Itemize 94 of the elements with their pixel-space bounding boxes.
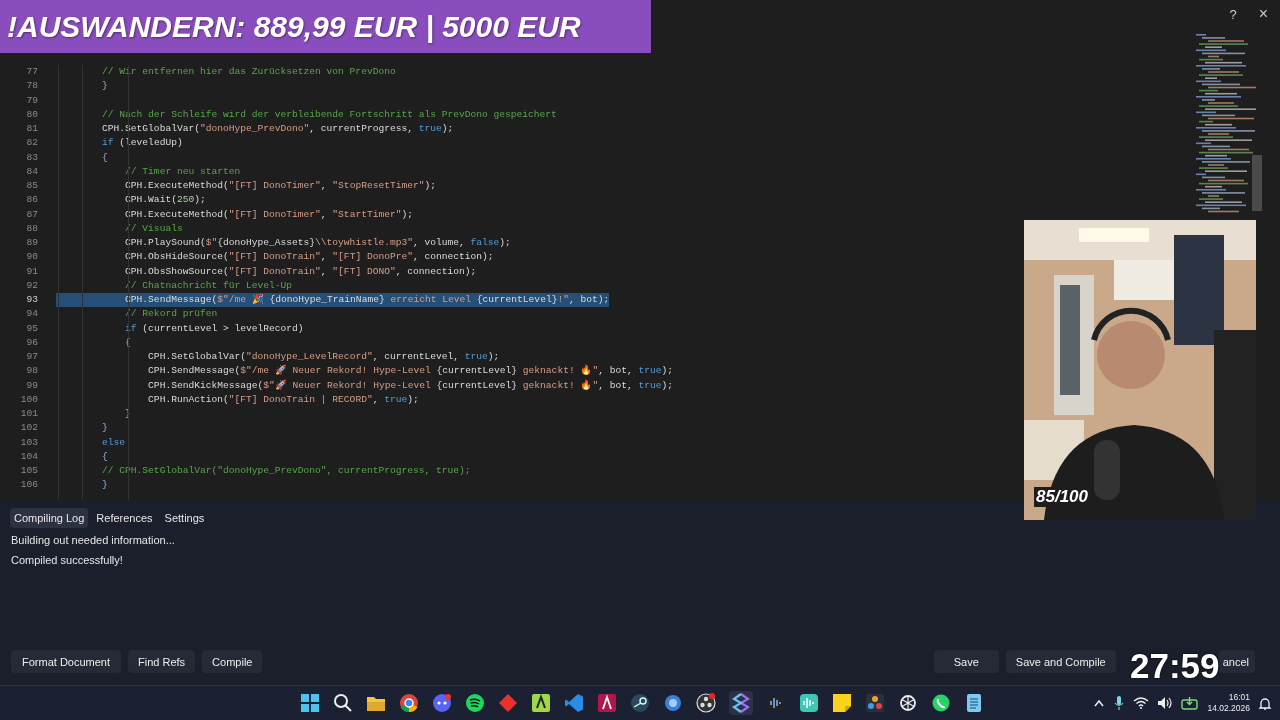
- log-line: Building out needed information...: [11, 534, 176, 546]
- line-number: 104: [19, 449, 38, 464]
- progress-counter: 85/100: [1034, 487, 1090, 507]
- code-line[interactable]: CPH.SetGlobalVar("donoHype_PrevDono", currentProgress, true);: [56, 122, 454, 137]
- chat-app-icon[interactable]: [432, 693, 452, 713]
- clock-time[interactable]: 16:01: [1228, 692, 1250, 703]
- line-number: 95: [25, 321, 38, 336]
- line-number: 77: [25, 65, 38, 79]
- code-line[interactable]: CPH.SendMessage($"/me 🚀 Neuer Rekord! Hype-Level {currentLevel} geknackt! 🔥", bot, true);: [56, 364, 674, 379]
- line-number: 93: [25, 293, 38, 307]
- clock-date[interactable]: 14.02.2026: [1207, 703, 1250, 714]
- dialog-button[interactable]: ancel: [1218, 650, 1255, 673]
- line-number: 88: [25, 221, 38, 236]
- toolbar-button[interactable]: Compile: [202, 650, 263, 673]
- line-number: 102: [19, 421, 38, 436]
- browser-icon[interactable]: [399, 693, 419, 713]
- code-line[interactable]: {: [56, 150, 108, 165]
- music-app-icon[interactable]: [465, 693, 485, 713]
- panel-tab[interactable]: References: [92, 508, 157, 528]
- panel-tab[interactable]: Settings: [160, 508, 209, 528]
- line-number: 103: [19, 435, 38, 450]
- line-number: 83: [25, 150, 38, 165]
- microphone-icon[interactable]: [1113, 695, 1126, 711]
- search-icon[interactable]: [333, 693, 353, 713]
- speaker-icon[interactable]: [1157, 696, 1174, 710]
- orb-icon[interactable]: [663, 693, 683, 713]
- code-line[interactable]: CPH.ObsHideSource("[FT] DonoTrain", "[FT] DonoPre", connection);: [56, 250, 494, 265]
- scrollbar-thumb[interactable]: [1252, 155, 1262, 211]
- dialog-button[interactable]: Save: [933, 650, 999, 673]
- recorder-icon[interactable]: [696, 693, 716, 713]
- chevron-up-icon[interactable]: [1093, 698, 1106, 708]
- code-line[interactable]: CPH.RunAction("[FT] DonoTrain | RECORD", true);: [56, 392, 419, 407]
- windows-logo-icon[interactable]: [300, 693, 320, 713]
- code-line[interactable]: }: [56, 79, 108, 94]
- audio-wave-icon[interactable]: [799, 693, 819, 713]
- line-number: 86: [25, 193, 38, 208]
- chevron-tile-icon[interactable]: [597, 693, 617, 713]
- countdown-timer: 27:59: [1130, 646, 1220, 686]
- code-line[interactable]: CPH.ExecuteMethod("[FT] DonoTimer", "StopResetTimer");: [56, 179, 436, 194]
- code-line[interactable]: CPH.PlaySound($"{donoHype_Assets}\\toywhistle.mp3", volume, false);: [56, 236, 511, 251]
- video-editor-icon[interactable]: [865, 693, 885, 713]
- waveform-icon[interactable]: [766, 693, 786, 713]
- code-editor-icon[interactable]: [564, 693, 584, 713]
- code-line[interactable]: CPH.SetGlobalVar("donoHype_LevelRecord", currentLevel, true);: [56, 350, 500, 365]
- line-number: 100: [19, 392, 38, 407]
- line-number: 99: [25, 378, 38, 393]
- phone-chat-icon[interactable]: [931, 693, 951, 713]
- code-line[interactable]: }: [56, 478, 108, 493]
- line-number: 98: [25, 364, 38, 379]
- line-number: 90: [25, 250, 38, 265]
- code-line[interactable]: // Wir entfernen hier das Zurücksetzen von PrevDono: [56, 65, 396, 80]
- sticky-note-icon[interactable]: [832, 693, 852, 713]
- line-number: 96: [25, 335, 38, 350]
- line-number: 82: [25, 136, 38, 151]
- code-line[interactable]: }: [56, 421, 108, 436]
- line-number: 105: [19, 464, 38, 478]
- panel-tab[interactable]: Compiling Log: [10, 508, 89, 528]
- code-line[interactable]: else: [56, 435, 126, 450]
- diamond-icon[interactable]: [498, 693, 518, 713]
- line-number: 79: [25, 93, 38, 108]
- toolbar-button[interactable]: Format Document: [11, 650, 122, 673]
- close-button[interactable]: ×: [1258, 5, 1268, 23]
- line-number: 106: [19, 478, 38, 493]
- line-number: 101: [19, 407, 38, 421]
- battery-download-icon[interactable]: [1181, 696, 1200, 710]
- code-line[interactable]: CPH.ExecuteMethod("[FT] DonoTimer", "StartTimer");: [56, 207, 413, 222]
- line-number: 97: [25, 350, 38, 364]
- toolbar-button[interactable]: Find Refs: [128, 650, 196, 673]
- letter-tile-icon[interactable]: [531, 693, 551, 713]
- line-number: 89: [25, 236, 38, 250]
- line-number: 85: [25, 179, 38, 193]
- code-line[interactable]: // CPH.SetGlobalVar("donoHype_PrevDono", currentProgress, true);: [56, 464, 471, 479]
- wifi-icon[interactable]: [1133, 697, 1150, 709]
- bell-icon[interactable]: [1258, 696, 1272, 710]
- notepad-icon[interactable]: [964, 693, 984, 713]
- code-line[interactable]: CPH.Wait(250);: [56, 193, 206, 208]
- code-line[interactable]: // Nach der Schleife wird der verbleibende Fortschritt als PrevDono gespeichert: [56, 107, 557, 122]
- line-number: 78: [25, 79, 38, 94]
- line-number: 87: [25, 207, 38, 222]
- line-number: 81: [25, 122, 38, 136]
- log-line: Compiled successfully!: [11, 554, 124, 566]
- code-line[interactable]: CPH.SendKickMessage($"🚀 Neuer Rekord! Hype-Level {currentLevel} geknackt! 🔥", bot, true);: [56, 378, 674, 393]
- line-number: 92: [25, 278, 38, 293]
- code-line[interactable]: if (leveledUp): [56, 136, 183, 151]
- stream-banner: !AUSWANDERN: 889,99 EUR | 5000 EUR: [0, 0, 651, 53]
- line-number: 94: [25, 307, 38, 322]
- line-number: 80: [25, 107, 38, 122]
- line-number: 84: [25, 164, 38, 179]
- dialog-button[interactable]: Save and Compile: [1005, 650, 1116, 673]
- bot-app-icon[interactable]: [731, 693, 751, 713]
- code-line[interactable]: CPH.ObsShowSource("[FT] DonoTrain", "[FT] DONO", connection);: [56, 264, 477, 279]
- code-line[interactable]: {: [56, 449, 108, 464]
- help-button[interactable]: ?: [1229, 6, 1237, 22]
- line-number: 91: [25, 264, 38, 279]
